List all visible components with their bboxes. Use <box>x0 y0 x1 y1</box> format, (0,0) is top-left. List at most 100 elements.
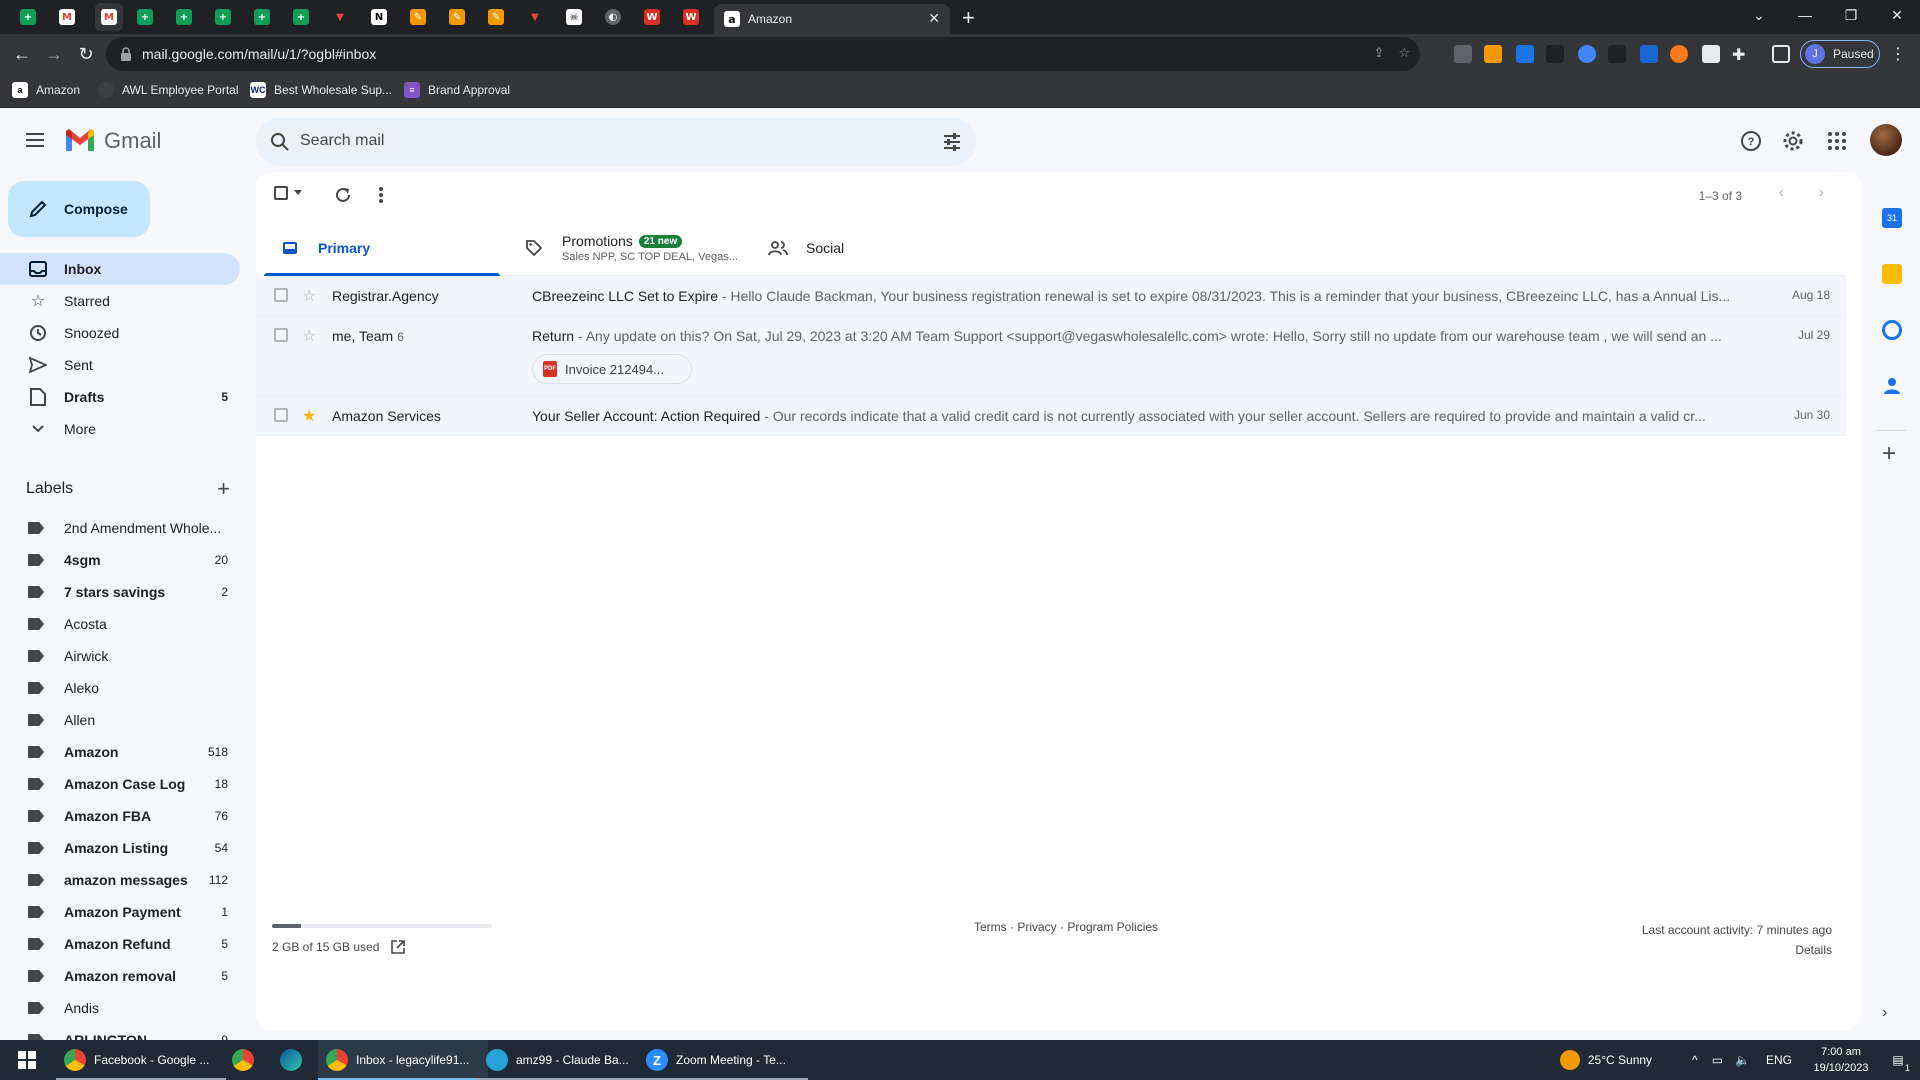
star-icon[interactable]: ☆ <box>302 326 316 346</box>
extension-ok-icon[interactable] <box>1516 45 1534 63</box>
tasks-icon[interactable] <box>1882 320 1902 340</box>
globe-tab-icon[interactable]: ◐ <box>602 6 624 28</box>
gmail-tab-icon[interactable]: M <box>56 6 78 28</box>
add-addon-icon[interactable]: + <box>1882 442 1902 466</box>
nav-item-inbox[interactable]: Inbox <box>0 253 240 285</box>
side-panel-icon[interactable] <box>1772 45 1790 63</box>
new-tab-button[interactable]: + <box>962 5 975 31</box>
gmail-logo[interactable]: Gmail <box>64 128 161 154</box>
email-row[interactable]: ☆ Registrar.Agency CBreezeinc LLC Set to… <box>256 276 1846 316</box>
tab-promotions[interactable]: Promotions 21 new Sales NPP, SC TOP DEAL… <box>508 220 744 276</box>
label-item[interactable]: 4sgm 20 <box>0 544 240 576</box>
label-item[interactable]: Amazon Listing 54 <box>0 832 240 864</box>
sheets-tab-icon[interactable]: + <box>290 6 312 28</box>
address-bar[interactable]: mail.google.com/mail/u/1/?ogbl#inbox ⇪ ☆ <box>106 37 1420 71</box>
calendar-icon[interactable]: 31 <box>1882 208 1902 228</box>
search-options-icon[interactable] <box>942 132 962 152</box>
label-item[interactable]: Airwick <box>0 640 240 672</box>
active-tab[interactable]: a Amazon ✕ <box>714 4 950 34</box>
keep-icon[interactable] <box>1882 264 1902 284</box>
attachment-chip[interactable]: PDF Invoice 212494... <box>532 354 692 384</box>
row-checkbox[interactable] <box>274 288 288 302</box>
star-icon[interactable]: ☆ <box>302 286 316 306</box>
gmail-tab-icon[interactable]: M <box>95 3 123 31</box>
select-all-checkbox[interactable] <box>274 186 302 200</box>
bookmark-brand-approval[interactable]: ≡ Brand Approval <box>404 82 510 98</box>
extension-fm-icon[interactable] <box>1640 45 1658 63</box>
extension-off-icon[interactable] <box>1454 45 1472 63</box>
taskbar-app-inbox[interactable]: Inbox - legacylife91... <box>318 1040 488 1080</box>
search-bar[interactable] <box>256 118 976 166</box>
extensions-puzzle-icon[interactable]: ✚ <box>1732 45 1750 64</box>
add-label-icon[interactable]: + <box>217 476 230 502</box>
sheets-tab-icon[interactable]: + <box>251 6 273 28</box>
skull-tab-icon[interactable]: ☠ <box>563 6 585 28</box>
taskbar-app-facebook[interactable]: Facebook - Google ... <box>56 1040 226 1080</box>
w-tab-icon[interactable]: W <box>641 6 663 28</box>
email-row[interactable]: ☆ me, Team 6 Return - Any update on this?… <box>256 316 1846 396</box>
label-item[interactable]: Amazon Refund 5 <box>0 928 240 960</box>
clock[interactable]: 7:00 am 19/10/2023 <box>1806 1044 1876 1076</box>
chrome-menu-icon[interactable]: ⋮ <box>1890 44 1906 64</box>
sheets-tab-icon[interactable]: + <box>134 6 156 28</box>
taskbar-chrome[interactable] <box>224 1040 268 1080</box>
notifications-button[interactable]: ▤ 1 <box>1876 1053 1920 1073</box>
tab-primary[interactable]: Primary <box>264 220 500 276</box>
bookmark-amazon[interactable]: a Amazon <box>12 82 80 98</box>
contacts-icon[interactable] <box>1882 376 1902 396</box>
nav-item-starred[interactable]: ☆ Starred <box>0 285 240 317</box>
search-icon[interactable] <box>270 132 290 152</box>
extension-arrow-icon[interactable] <box>1546 45 1564 63</box>
tray-overflow-icon[interactable]: ^ <box>1692 1053 1698 1067</box>
label-item[interactable]: amazon messages 112 <box>0 864 240 896</box>
nav-item-more[interactable]: More <box>0 413 240 445</box>
close-tab-icon[interactable]: ✕ <box>928 10 940 27</box>
caret-down-icon[interactable] <box>294 190 302 196</box>
arrow-tab-icon[interactable]: ▼ <box>524 6 546 28</box>
label-item[interactable]: Amazon Payment 1 <box>0 896 240 928</box>
extension-js-icon[interactable] <box>1484 45 1502 63</box>
label-item[interactable]: Amazon FBA 76 <box>0 800 240 832</box>
nav-item-drafts[interactable]: Drafts 5 <box>0 381 240 413</box>
settings-gear-icon[interactable] <box>1782 130 1804 152</box>
show-side-panel-icon[interactable]: › <box>1882 1004 1887 1022</box>
main-menu-icon[interactable] <box>24 130 48 150</box>
windows-start-button[interactable] <box>10 1040 46 1080</box>
network-icon[interactable]: ▭ <box>1712 1053 1723 1067</box>
nav-item-snoozed[interactable]: Snoozed <box>0 317 240 349</box>
label-item[interactable]: 2nd Amendment Whole... <box>0 512 240 544</box>
bookmark-awl-portal[interactable]: AWL Employee Portal <box>98 82 239 98</box>
back-button[interactable]: ← <box>8 40 36 68</box>
apps-grid-icon[interactable] <box>1826 130 1848 152</box>
close-window-button[interactable]: ✕ <box>1874 0 1920 30</box>
tool-tab-icon[interactable]: ✎ <box>446 6 468 28</box>
taskbar-app-zoom[interactable]: Z Zoom Meeting - Te... <box>638 1040 808 1080</box>
details-link[interactable]: Details <box>1642 940 1832 960</box>
footer-links[interactable]: Terms · Privacy · Program Policies <box>974 920 1158 934</box>
label-item[interactable]: Aleko <box>0 672 240 704</box>
account-avatar[interactable] <box>1870 124 1902 156</box>
sheets-tab-icon[interactable]: + <box>212 6 234 28</box>
language-indicator[interactable]: ENG <box>1766 1053 1792 1067</box>
label-item[interactable]: Amazon Case Log 18 <box>0 768 240 800</box>
document-tab-icon[interactable]: N <box>368 6 390 28</box>
volume-icon[interactable]: 🔈 <box>1735 1053 1750 1067</box>
row-checkbox[interactable] <box>274 328 288 342</box>
extension-orange-icon[interactable] <box>1670 45 1688 63</box>
forward-button[interactable]: → <box>40 40 68 68</box>
label-item[interactable]: Amazon 518 <box>0 736 240 768</box>
restore-button[interactable]: ❐ <box>1828 0 1874 30</box>
taskbar-edge[interactable] <box>272 1040 316 1080</box>
search-input[interactable] <box>300 132 860 150</box>
weather-widget[interactable]: 25°C Sunny <box>1559 1050 1652 1070</box>
refresh-icon[interactable] <box>334 186 352 204</box>
compose-button[interactable]: Compose <box>8 181 150 237</box>
row-checkbox[interactable] <box>274 408 288 422</box>
open-in-new-icon[interactable] <box>391 940 406 954</box>
minimize-button[interactable]: — <box>1782 0 1828 30</box>
help-icon[interactable]: ? <box>1740 130 1762 152</box>
extension-r-icon[interactable] <box>1608 45 1626 63</box>
profile-chip[interactable]: J Paused <box>1800 40 1880 68</box>
older-page-icon[interactable]: › <box>1819 184 1824 202</box>
bookmark-star-icon[interactable]: ☆ <box>1398 45 1410 61</box>
